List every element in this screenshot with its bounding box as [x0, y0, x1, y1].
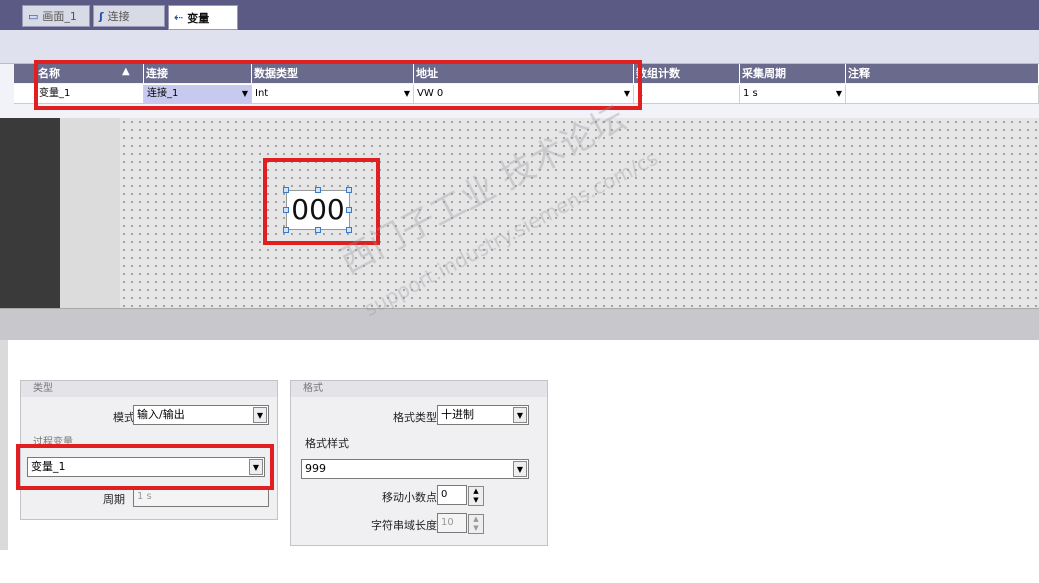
- cell-address[interactable]: VW 0 ▼: [414, 85, 634, 103]
- resize-handle[interactable]: [315, 187, 321, 193]
- screen-icon: ▭: [28, 9, 39, 23]
- cycle-label: 周期: [103, 493, 125, 506]
- cell-datatype[interactable]: Int ▼: [252, 85, 414, 103]
- format-pattern-label: 格式样式: [305, 437, 349, 450]
- col-address[interactable]: 地址: [414, 64, 634, 83]
- resize-handle[interactable]: [346, 187, 352, 193]
- cell-acq-cycle[interactable]: 1 s ▼: [740, 85, 846, 103]
- editor-toolbar: [0, 30, 1039, 64]
- chevron-down-icon[interactable]: ▼: [240, 87, 250, 101]
- cell-acq-cycle-text: 1 s: [743, 88, 758, 99]
- cycle-field: 1 s: [133, 487, 269, 507]
- chevron-down-icon[interactable]: ▼: [513, 407, 527, 423]
- col-acq-cycle[interactable]: 采集周期: [740, 64, 846, 83]
- mode-label: 模式: [113, 411, 135, 424]
- chevron-down-icon[interactable]: ▼: [513, 461, 527, 477]
- type-group-header: 类型: [21, 381, 277, 397]
- format-pattern-value: 999: [305, 462, 326, 475]
- decimal-value: 0: [441, 489, 448, 500]
- cell-address-text: VW 0: [417, 88, 444, 99]
- decimal-field[interactable]: 0 ▲ ▼: [437, 485, 484, 506]
- cell-connection-text: 连接_1: [147, 88, 179, 99]
- type-group: 类型 模式 输入/输出 ▼ 过程变量 变量_1 ▼ 周期 1 s: [20, 380, 278, 520]
- connection-icon: ʃ: [99, 9, 104, 23]
- format-group-header: 格式: [291, 381, 547, 397]
- chevron-down-icon[interactable]: ▼: [253, 407, 267, 423]
- resize-handle[interactable]: [283, 227, 289, 233]
- tag-table: 名称 连接 数据类型 地址 数组计数 采集周期 注释 ▲ 变量_1 连接_1 ▼ …: [0, 64, 1039, 118]
- col-array-count[interactable]: 数组计数: [634, 64, 740, 83]
- resize-handle[interactable]: [346, 227, 352, 233]
- decimal-label: 移动小数点: [382, 491, 437, 504]
- cell-array-count-text: 1: [637, 88, 644, 99]
- stepper-icon: ▲ ▼: [468, 514, 484, 534]
- format-type-select[interactable]: 十进制 ▼: [437, 405, 529, 425]
- properties-panel: 类型 模式 输入/输出 ▼ 过程变量 变量_1 ▼ 周期 1 s 格式 格式类型…: [0, 340, 1039, 550]
- mode-value: 输入/输出: [137, 408, 185, 421]
- stepper-icon[interactable]: ▲ ▼: [468, 486, 484, 506]
- tab-connections[interactable]: ʃ 连接: [93, 5, 165, 27]
- format-type-value: 十进制: [441, 408, 474, 421]
- cell-name-text: 变量_1: [39, 88, 71, 99]
- chevron-down-icon[interactable]: ▼: [622, 87, 632, 101]
- cell-array-count[interactable]: 1: [634, 85, 740, 103]
- col-comment[interactable]: 注释: [846, 64, 1039, 83]
- tab-label: 变量: [187, 11, 210, 25]
- cell-connection[interactable]: 连接_1 ▼: [144, 85, 252, 103]
- canvas-margin: [60, 118, 120, 308]
- tab-label: 画面_1: [42, 10, 77, 23]
- col-datatype[interactable]: 数据类型: [252, 64, 414, 83]
- length-label: 字符串域长度: [371, 519, 437, 532]
- tab-label: 连接: [107, 10, 130, 23]
- format-type-label: 格式类型: [393, 411, 437, 424]
- chevron-down-icon[interactable]: ▼: [834, 87, 844, 101]
- length-value: 10: [441, 517, 454, 528]
- tab-tags[interactable]: ⇠ 变量: [168, 5, 238, 30]
- format-group: 格式 格式类型 十进制 ▼ 格式样式 999 ▼ 移动小数点 0 ▲ ▼ 字符串域…: [290, 380, 548, 546]
- table-row[interactable]: 变量_1 连接_1 ▼ Int ▼ VW 0 ▼ 1 1 s ▼: [14, 84, 1039, 104]
- io-field[interactable]: 000: [286, 190, 350, 230]
- process-tag-value: 变量_1: [31, 460, 66, 473]
- panel-splitter[interactable]: [0, 308, 1039, 340]
- process-tag-header: 过程变量: [33, 437, 73, 448]
- chevron-down-icon[interactable]: ▼: [402, 87, 412, 101]
- resize-handle[interactable]: [315, 227, 321, 233]
- resize-handle[interactable]: [283, 187, 289, 193]
- sort-up-icon: ▲: [122, 66, 130, 77]
- canvas-left-panel: [0, 118, 60, 308]
- tag-table-header: 名称 连接 数据类型 地址 数组计数 采集周期 注释 ▲: [14, 64, 1039, 83]
- format-pattern-select[interactable]: 999 ▼: [301, 459, 529, 479]
- tab-screen-1[interactable]: ▭ 画面_1: [22, 5, 90, 27]
- resize-handle[interactable]: [283, 207, 289, 213]
- screen-canvas[interactable]: [120, 118, 1039, 308]
- length-field: 10 ▲ ▼: [437, 513, 484, 534]
- cell-name[interactable]: 变量_1: [36, 85, 144, 103]
- editor-tabbar: ▭ 画面_1 ʃ 连接 ⇠ 变量: [0, 0, 1039, 30]
- cell-comment[interactable]: [846, 85, 1039, 103]
- tag-icon: ⇠: [174, 11, 184, 24]
- process-tag-select[interactable]: 变量_1 ▼: [27, 457, 265, 477]
- col-connection[interactable]: 连接: [144, 64, 252, 83]
- chevron-down-icon[interactable]: ▼: [249, 459, 263, 475]
- cell-datatype-text: Int: [255, 88, 269, 99]
- resize-handle[interactable]: [346, 207, 352, 213]
- mode-select[interactable]: 输入/输出 ▼: [133, 405, 269, 425]
